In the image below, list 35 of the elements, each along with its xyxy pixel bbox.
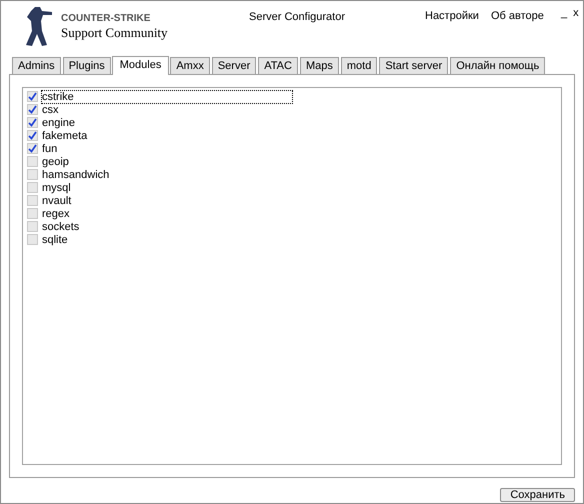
save-button[interactable]: Сохранить — [500, 488, 575, 502]
module-label[interactable]: csx — [41, 102, 60, 116]
tab[interactable]: Amxx — [170, 57, 210, 74]
menu-item[interactable]: Об авторе — [490, 8, 544, 24]
tab[interactable]: motd — [340, 57, 378, 74]
module-label[interactable]: nvault — [41, 194, 72, 208]
module-label[interactable]: hamsandwich — [41, 168, 110, 182]
tab[interactable]: Admins — [12, 57, 61, 74]
module-label[interactable]: cstrike — [41, 90, 293, 104]
checkbox[interactable] — [27, 104, 38, 115]
checkbox[interactable] — [27, 117, 38, 128]
module-label[interactable]: geoip — [41, 154, 70, 168]
menu-item[interactable]: Настройки — [425, 8, 479, 24]
tab[interactable]: ATAC — [258, 57, 298, 74]
window-title: Server Configurator — [249, 10, 345, 25]
tab[interactable]: Plugins — [62, 57, 111, 74]
tab[interactable]: Modules — [112, 56, 170, 75]
module-label[interactable]: fun — [41, 142, 58, 156]
checkbox[interactable] — [27, 130, 38, 141]
module-label[interactable]: sockets — [41, 220, 80, 234]
module-label[interactable]: engine — [41, 116, 76, 130]
tab[interactable]: Онлайн помощь — [450, 57, 546, 74]
logo-subtitle: Support Community — [61, 26, 168, 39]
module-label[interactable]: sqlite — [41, 232, 69, 246]
checkbox[interactable] — [27, 91, 38, 102]
module-label[interactable]: mysql — [41, 180, 72, 194]
module-label[interactable]: regex — [41, 206, 71, 220]
tab[interactable]: Start server — [379, 57, 448, 74]
tab[interactable]: Maps — [300, 57, 339, 74]
minimize-button[interactable]: _ — [561, 8, 568, 19]
close-button[interactable]: x — [573, 8, 579, 19]
tab[interactable]: Server — [212, 57, 256, 74]
checkbox[interactable] — [27, 143, 38, 154]
module-label[interactable]: fakemeta — [41, 128, 88, 142]
logo-title: COUNTER-STRIKE — [61, 14, 152, 24]
